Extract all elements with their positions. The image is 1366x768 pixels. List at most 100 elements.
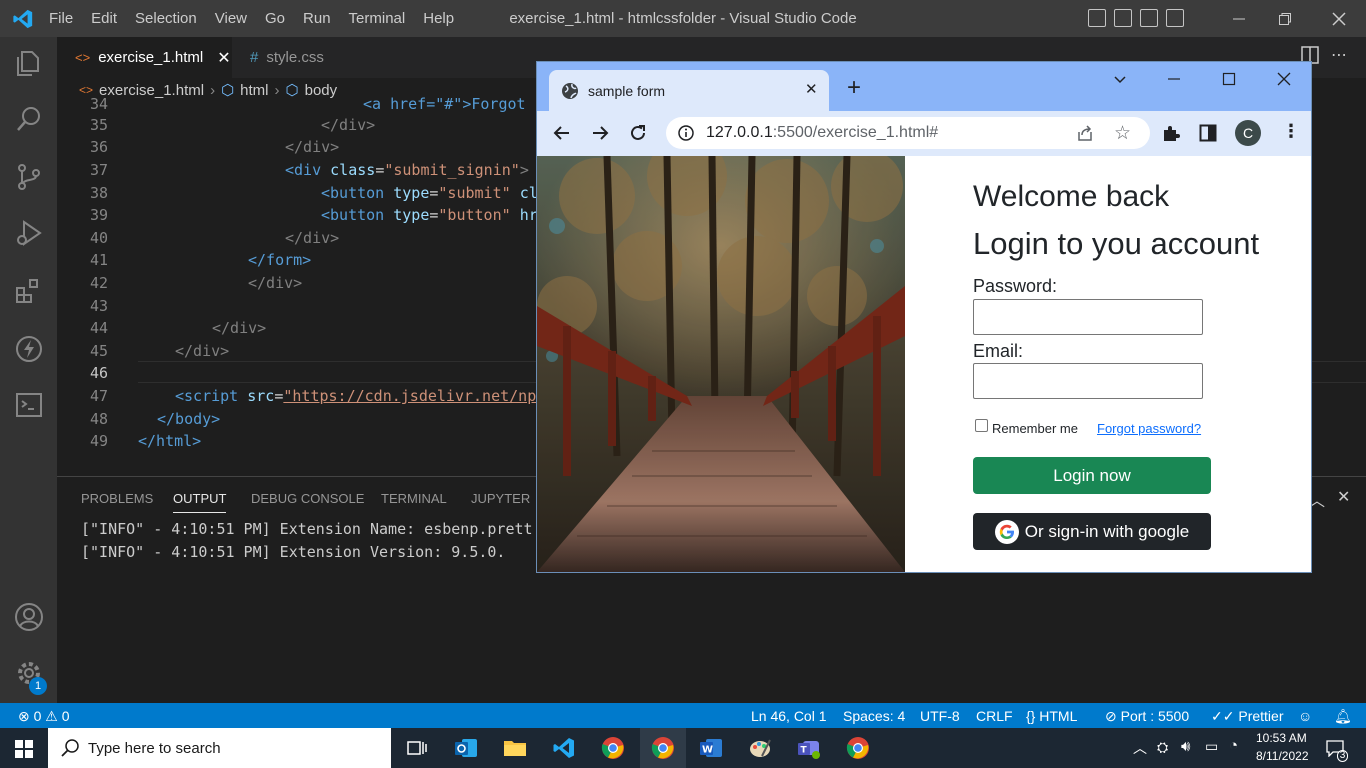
maximize-panel-icon[interactable]: ︿ — [1309, 487, 1325, 511]
panel-tab-terminal[interactable]: TERMINAL — [381, 491, 447, 506]
browser-tab-sample-form[interactable]: sample form ✕ — [549, 70, 829, 111]
minimize-button[interactable] — [1216, 0, 1262, 37]
google-signin-button[interactable]: Or sign-in with google — [973, 513, 1211, 550]
url-path: :5500/exercise_1.html# — [772, 124, 939, 141]
volume-icon[interactable]: 🔊︎ — [1181, 738, 1190, 755]
menu-terminal[interactable]: Terminal — [340, 10, 415, 27]
back-arrow-icon[interactable] — [553, 124, 571, 142]
breadcrumb-file[interactable]: exercise_1.html — [99, 82, 204, 99]
close-panel-icon[interactable]: ✕ — [1337, 487, 1350, 506]
menu-view[interactable]: View — [206, 10, 256, 27]
end-of-line[interactable]: CRLF — [976, 708, 1013, 724]
accounts-icon[interactable] — [13, 601, 45, 633]
close-tab-icon[interactable]: ✕ — [217, 48, 230, 68]
tab-search-chevron-down-icon[interactable] — [1113, 72, 1127, 86]
paint-icon[interactable] — [748, 736, 772, 760]
code-token: "submit_signin" — [384, 161, 520, 179]
toggle-panel-icon[interactable] — [1114, 9, 1132, 27]
toggle-primary-sidebar-icon[interactable] — [1088, 9, 1106, 27]
breadcrumb-html[interactable]: html — [240, 82, 268, 99]
remember-me-checkbox[interactable] — [975, 419, 988, 432]
browser-close-button[interactable] — [1276, 71, 1292, 87]
forward-arrow-icon[interactable] — [591, 124, 609, 142]
css-file-icon: # — [250, 49, 259, 66]
chrome-icon-2[interactable] — [846, 736, 870, 760]
share-icon[interactable] — [1076, 124, 1094, 142]
wifi-icon[interactable]: ◔ — [1229, 737, 1238, 754]
site-info-icon[interactable] — [678, 125, 694, 141]
terminal-panel-icon[interactable] — [13, 389, 45, 421]
menu-selection[interactable]: Selection — [126, 10, 206, 27]
word-icon[interactable]: W — [699, 736, 723, 760]
tab-exercise-html[interactable]: <> exercise_1.html ✕ — [57, 37, 232, 78]
close-tab-icon[interactable]: ✕ — [805, 80, 818, 98]
source-control-icon[interactable] — [13, 161, 45, 193]
more-actions-icon[interactable]: ⋯ — [1331, 45, 1347, 64]
password-input[interactable] — [973, 299, 1203, 335]
browser-maximize-button[interactable] — [1222, 72, 1236, 86]
close-window-button[interactable] — [1316, 0, 1362, 37]
clock-date[interactable]: 8/11/2022 — [1256, 749, 1309, 763]
extensions-puzzle-icon[interactable] — [1161, 123, 1181, 143]
new-tab-button[interactable]: + — [847, 76, 861, 100]
feedback-icon[interactable]: ☺ — [1298, 708, 1312, 724]
task-view-icon[interactable] — [405, 736, 429, 760]
problems-status[interactable]: ⊗ 0 ⚠ 0 — [18, 708, 70, 725]
line-number: 36 — [89, 138, 108, 156]
restore-button[interactable] — [1262, 0, 1308, 37]
extensions-icon[interactable] — [13, 275, 45, 307]
panel-tab-debug-console[interactable]: DEBUG CONSOLE — [251, 491, 364, 506]
code-token: class — [330, 161, 376, 179]
toggle-secondary-sidebar-icon[interactable] — [1140, 9, 1158, 27]
run-debug-icon[interactable] — [13, 217, 45, 249]
teams-icon[interactable]: T — [797, 736, 821, 760]
indentation[interactable]: Spaces: 4 — [843, 708, 905, 724]
notifications-bell-icon[interactable]: 🔔︎ — [1334, 708, 1352, 725]
address-bar[interactable]: 127.0.0.1:5500/exercise_1.html# ☆ — [666, 117, 1150, 149]
language-mode[interactable]: {} HTML — [1026, 708, 1077, 724]
forgot-password-link[interactable]: Forgot password? — [1097, 421, 1201, 436]
globe-icon — [561, 82, 579, 100]
live-server-icon[interactable] — [13, 333, 45, 365]
vscode-titlebar: File Edit Selection View Go Run Terminal… — [0, 0, 1366, 37]
panel-tab-problems[interactable]: PROBLEMS — [81, 491, 153, 506]
side-panel-icon[interactable] — [1199, 124, 1217, 142]
email-input[interactable] — [973, 363, 1203, 399]
menu-edit[interactable]: Edit — [82, 10, 126, 27]
panel-tab-output[interactable]: OUTPUT — [173, 491, 227, 513]
menu-help[interactable]: Help — [414, 10, 463, 27]
outlook-icon[interactable] — [454, 736, 478, 760]
menu-go[interactable]: Go — [256, 10, 294, 27]
live-server-port[interactable]: ⊘ Port : 5500 — [1105, 708, 1189, 725]
explorer-icon[interactable] — [13, 47, 45, 79]
menu-file[interactable]: File — [40, 10, 82, 27]
reload-icon[interactable] — [629, 124, 647, 142]
svg-text:W: W — [702, 745, 713, 756]
menu-run[interactable]: Run — [294, 10, 340, 27]
tab-style-css[interactable]: # style.css — [232, 37, 374, 78]
browser-menu-icon[interactable]: ⋮ — [1282, 122, 1300, 142]
windows-start-icon[interactable] — [15, 740, 33, 758]
prettier-status[interactable]: ✓✓ Prettier — [1211, 708, 1283, 725]
cursor-position[interactable]: Ln 46, Col 1 — [751, 708, 827, 724]
taskbar-search-box[interactable]: Type here to search — [48, 728, 391, 768]
browser-minimize-button[interactable] — [1167, 72, 1181, 86]
customize-layout-icon[interactable] — [1166, 9, 1184, 27]
line-number: 43 — [89, 297, 108, 315]
vscode-taskbar-icon[interactable] — [552, 736, 576, 760]
bookmark-star-icon[interactable]: ☆ — [1114, 122, 1131, 144]
chrome-profile-icon[interactable] — [651, 736, 675, 760]
battery-icon[interactable]: ▭ — [1205, 738, 1218, 755]
clock-time[interactable]: 10:53 AM — [1256, 731, 1307, 745]
chrome-icon[interactable] — [601, 736, 625, 760]
login-now-button[interactable]: Login now — [973, 457, 1211, 494]
profile-avatar[interactable]: C — [1235, 120, 1261, 146]
search-icon[interactable] — [13, 103, 45, 135]
encoding[interactable]: UTF-8 — [920, 708, 960, 724]
breadcrumb-body[interactable]: body — [305, 82, 338, 99]
show-hidden-icons-chevron-up-icon[interactable]: ︿ — [1133, 738, 1147, 758]
onedrive-icon[interactable]: ⛭ — [1157, 739, 1168, 756]
panel-tab-jupyter[interactable]: JUPYTER — [471, 491, 530, 506]
browser-tab-strip: sample form ✕ + — [537, 62, 1311, 111]
file-explorer-icon[interactable] — [503, 736, 527, 760]
